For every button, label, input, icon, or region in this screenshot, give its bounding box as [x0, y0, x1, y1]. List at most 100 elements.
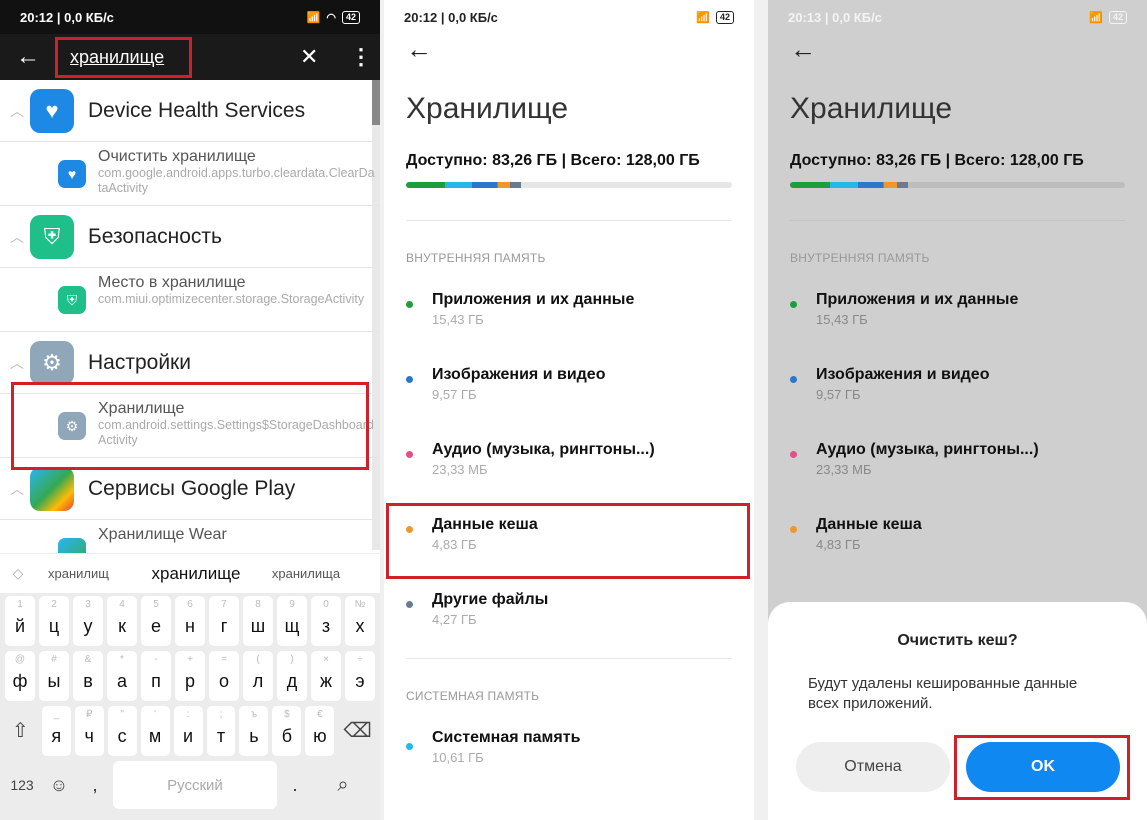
battery-icon: 42 [1108, 10, 1127, 24]
key[interactable]: 6н [175, 596, 205, 646]
key[interactable]: @ ф [5, 651, 35, 701]
chevron-up-icon[interactable]: ︿ [10, 353, 30, 373]
back-arrow-icon[interactable]: ← [384, 34, 754, 74]
usage-segment-system [830, 182, 859, 188]
suggestion[interactable]: хранилища [256, 566, 356, 581]
key-letter: ф [12, 671, 28, 691]
page-title: Хранилище [790, 92, 952, 125]
key[interactable]: :и [173, 706, 203, 756]
item-size: 9,57 ГБ [432, 387, 477, 402]
storage-item[interactable]: Данные кеша 4,83 ГБ [768, 516, 1147, 591]
key-letter: г [220, 616, 228, 636]
cancel-button[interactable]: Отмена [796, 742, 950, 792]
numbers-key[interactable]: 123 [3, 777, 41, 793]
suggestion[interactable]: хранилищ [36, 566, 136, 581]
key[interactable]: = о [209, 651, 239, 701]
item-label: Приложения и их данные [432, 291, 635, 308]
signal-icon: 📶 [1089, 11, 1103, 24]
usage-segment-other [510, 182, 522, 188]
result-group[interactable]: ︿ ⛨ Безопасность [0, 206, 380, 268]
key[interactable]: ' м [140, 706, 170, 756]
key[interactable]: + р [175, 651, 205, 701]
key[interactable]: 1й [5, 596, 35, 646]
key[interactable]: € ю [305, 706, 335, 756]
storage-item[interactable]: Приложения и их данные 15,43 ГБ [384, 291, 754, 366]
key[interactable]: _ я [41, 706, 71, 756]
key[interactable]: × ж [311, 651, 341, 701]
storage-item[interactable]: Приложения и их данные 15,43 ГБ [768, 291, 1147, 366]
key[interactable]: 9щ [277, 596, 307, 646]
key[interactable]: 0з [311, 596, 341, 646]
settings-gear-icon: ⚙ [30, 340, 74, 385]
key[interactable]: 8ш [243, 596, 273, 646]
key-hint: 9 [289, 599, 295, 610]
key[interactable]: # ы [39, 651, 69, 701]
key[interactable]: 3у [73, 596, 103, 646]
emoji-key[interactable]: ☺ [41, 775, 77, 796]
key[interactable]: -п [141, 651, 171, 701]
key-letter: ь [249, 726, 259, 746]
storage-item[interactable]: Изображения и видео 9,57 ГБ [768, 366, 1147, 441]
panel-gap [754, 0, 768, 820]
keyboard: 1 й 2 ц 3 у 4 к 5 е 6 н 7 г 8 ш 9 щ 0 з № х @ ф # ы & в * а - п + р = о(л)… [0, 593, 380, 820]
status-time: 20:13 | 0,0 КБ/с [788, 9, 882, 25]
key-letter: ы [47, 671, 61, 691]
key[interactable]: ; т [206, 706, 236, 756]
key[interactable]: ÷ э [345, 651, 375, 701]
result-title: Хранилище Wear [98, 526, 227, 543]
period-key[interactable]: . [277, 775, 313, 796]
more-options-icon[interactable]: ⋮ [350, 44, 372, 70]
key[interactable]: " с [107, 706, 137, 756]
key[interactable]: * а [107, 651, 137, 701]
search-key-icon[interactable]: ⌕ [313, 774, 373, 797]
key-hint: 4 [119, 599, 125, 610]
storage-item-system[interactable]: Системная память 10,61 ГБ [384, 729, 754, 804]
shift-icon[interactable]: ⇧ [3, 706, 38, 756]
storage-item[interactable]: Изображения и видео 9,57 ГБ [384, 366, 754, 441]
key-letter: я [51, 726, 62, 746]
item-label: Другие файлы [432, 591, 549, 608]
group-name: Настройки [88, 350, 191, 374]
chevron-up-icon[interactable]: ︿ [10, 101, 30, 121]
chevron-up-icon[interactable]: ︿ [10, 479, 30, 499]
key-letter: п [151, 671, 161, 691]
key-letter: в [83, 671, 93, 691]
key[interactable]: 2ц [39, 596, 69, 646]
storage-item[interactable]: Аудио (музыка, рингтоны...) 23,33 МБ [768, 441, 1147, 516]
storage-summary: Доступно: 83,26 ГБ | Всего: 128,00 ГБ [406, 152, 700, 169]
result-item[interactable]: ♥ Очистить хранилище com.google.android.ap… [0, 142, 380, 206]
key-letter: ж [319, 671, 333, 691]
storage-item[interactable]: Другие файлы 4,27 ГБ [384, 591, 754, 666]
expand-icon[interactable]: ◇ [0, 565, 36, 582]
key[interactable]: ₽ ч [74, 706, 104, 756]
key[interactable]: $ б [272, 706, 302, 756]
space-key[interactable]: Русский [113, 761, 277, 809]
color-dot [406, 743, 413, 750]
backspace-icon[interactable]: ⌫ [338, 706, 377, 756]
back-arrow-icon[interactable]: ← [768, 34, 1147, 74]
signal-icon: 📶 [696, 11, 710, 24]
result-group[interactable]: ︿ ♥ Device Health Services [0, 80, 380, 142]
back-arrow-icon[interactable]: ← [0, 43, 56, 71]
chevron-up-icon[interactable]: ︿ [10, 227, 30, 247]
key[interactable]: (л [243, 651, 273, 701]
key[interactable]: 5е [141, 596, 171, 646]
clear-icon[interactable]: ✕ [300, 44, 318, 70]
key-hint: : [186, 709, 190, 720]
status-bar: 20:12 | 0,0 КБ/с 📶 42 [384, 0, 754, 34]
color-dot [790, 526, 797, 533]
key-hint: $ [284, 709, 290, 720]
key[interactable]: ъь [239, 706, 269, 756]
key-letter: ш [250, 616, 266, 636]
item-label: Данные кеша [816, 516, 922, 533]
key[interactable]: 7г [209, 596, 239, 646]
result-item[interactable]: ⛨ Место в хранилище com.miui.optimizecente… [0, 268, 380, 332]
key[interactable]: & в [73, 651, 103, 701]
key[interactable]: 4к [107, 596, 137, 646]
key[interactable]: № х [345, 596, 375, 646]
suggestion[interactable]: хранилище [136, 564, 256, 584]
security-shield-icon: ⛨ [58, 286, 86, 314]
comma-key[interactable]: , [77, 775, 113, 796]
key[interactable]: ) д [277, 651, 307, 701]
search-input[interactable]: хранилище [55, 37, 192, 78]
